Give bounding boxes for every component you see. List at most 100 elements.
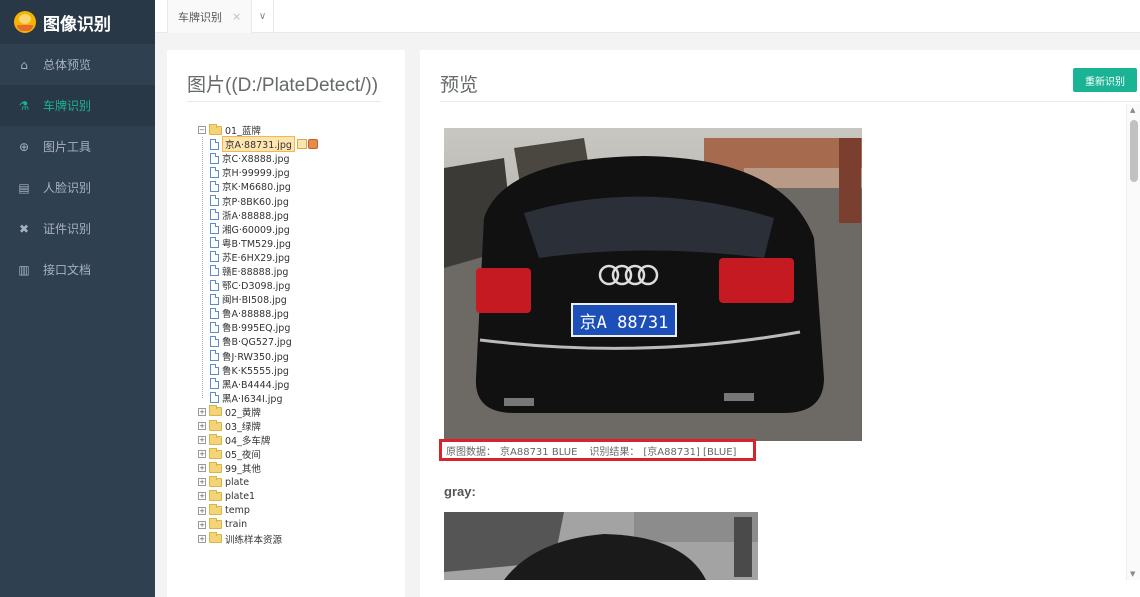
tree-node-label: 赣E·88888.jpg: [222, 266, 289, 278]
license-plate-text: 京A 88731: [580, 313, 669, 333]
sidebar-item-label: 车牌识别: [43, 99, 92, 113]
preview-scrollbar[interactable]: ▲ ▼: [1126, 104, 1140, 580]
folder-icon: [209, 461, 222, 473]
tree-file-node[interactable]: 湘G·60009.jpg: [210, 222, 318, 236]
tree-node-label: 04_多车牌: [225, 436, 271, 448]
tree-file-node[interactable]: 浙A·88888.jpg: [210, 208, 318, 222]
folder-icon: [209, 433, 222, 445]
tree-node-label: 粤B·TM529.jpg: [222, 238, 291, 250]
tree-folder-node[interactable]: +05_夜间: [198, 447, 318, 461]
tree-node-label: 鲁J·RW350.jpg: [222, 351, 289, 363]
tree-folder-node[interactable]: +99_其他: [198, 461, 318, 475]
tree-folder-node[interactable]: +02_黄牌: [198, 405, 318, 419]
gray-section-title: gray:: [444, 484, 476, 499]
result-value: [京A88731] [BLUE]: [643, 446, 737, 458]
scroll-up-icon[interactable]: ▲: [1130, 106, 1135, 114]
tree-toggle-icon[interactable]: +: [198, 464, 206, 473]
file-icon: [210, 364, 219, 376]
tree-toggle-icon[interactable]: +: [198, 450, 206, 459]
tree-folder-node[interactable]: + 训练样本资源: [198, 532, 318, 546]
id-card-icon: ▤: [18, 180, 30, 195]
tree-folder-node[interactable]: +04_多车牌: [198, 433, 318, 447]
recognition-result-caption: 原图数据： 京A88731 BLUE 识别结果： [京A88731] [BLUE…: [439, 439, 756, 461]
tree-folder-node[interactable]: − 01_蓝牌: [198, 123, 318, 137]
tree-file-node[interactable]: 粤B·TM529.jpg: [210, 236, 318, 250]
tree-file-node[interactable]: 京K·M6680.jpg: [210, 179, 318, 193]
tree-file-node[interactable]: 赣E·88888.jpg: [210, 264, 318, 278]
sidebar-item-label: 总体预览: [43, 58, 92, 72]
folder-icon: [209, 475, 222, 487]
tree-file-node[interactable]: 鲁J·RW350.jpg: [210, 349, 318, 363]
tree-file-node[interactable]: 苏E·6HX29.jpg: [210, 250, 318, 264]
tools-icon: ✖: [18, 221, 30, 236]
tree-toggle-icon[interactable]: +: [198, 520, 206, 529]
tree-file-node[interactable]: 京H·99999.jpg: [210, 165, 318, 179]
original-car-image: 京A 88731: [444, 128, 862, 441]
tree-folder-node[interactable]: + train: [198, 518, 318, 532]
file-icon: [210, 180, 219, 192]
app-title: 图像识别: [43, 14, 111, 35]
sidebar-item-label: 图片工具: [43, 140, 92, 154]
file-icon: [210, 335, 219, 347]
tree-folder-node[interactable]: + plate1: [198, 489, 318, 503]
tree-toggle-icon[interactable]: +: [198, 492, 206, 501]
tree-toggle-icon[interactable]: −: [198, 126, 206, 135]
file-tree-panel: 图片((D:/PlateDetect/)) − 01_蓝牌 京A·88731.jpg…: [167, 50, 405, 597]
file-icon: [210, 138, 219, 150]
redo-recognition-button[interactable]: 重新识别: [1073, 68, 1137, 92]
tree-toggle-icon[interactable]: +: [198, 422, 206, 431]
tree-toggle-icon[interactable]: +: [198, 534, 206, 543]
file-icon: [210, 251, 219, 263]
file-icon: [210, 321, 219, 333]
tree-file-node[interactable]: 鲁B·995EQ.jpg: [210, 320, 318, 334]
original-data-value: 京A88731 BLUE: [500, 446, 578, 458]
tree-toggle-icon[interactable]: +: [198, 436, 206, 445]
tree-file-node[interactable]: 京P·8BK60.jpg: [210, 193, 318, 208]
tree-node-label: 鲁B·QG527.jpg: [222, 337, 292, 349]
tree-file-node[interactable]: 京A·88731.jpg: [210, 136, 318, 153]
scroll-down-icon[interactable]: ▼: [1130, 570, 1135, 578]
sidebar-item-id-recognition[interactable]: ✖ 证件识别: [0, 208, 155, 249]
sidebar-item-api-docs[interactable]: ▥ 接口文档: [0, 249, 155, 290]
tree-node-label: 99_其他: [225, 464, 261, 476]
sidebar-item-face-recognition[interactable]: ▤ 人脸识别: [0, 167, 155, 208]
delete-icon[interactable]: [307, 139, 318, 150]
edit-icon[interactable]: [296, 139, 307, 150]
tree-node-label: 京A·88731.jpg: [222, 136, 295, 153]
book-icon: ▥: [18, 262, 30, 277]
panel-title: 图片((D:/PlateDetect/)): [187, 75, 379, 96]
tree-file-node[interactable]: 京C·X8888.jpg: [210, 151, 318, 165]
tree-children: 京A·88731.jpg 京C·X8888.jpg 京H·99999.jpg 京K·M…: [198, 136, 318, 405]
tree-file-node[interactable]: 黑A·B4444.jpg: [210, 377, 318, 391]
chevron-down-icon[interactable]: ∨: [252, 0, 274, 33]
tree-node-label: 鲁B·995EQ.jpg: [222, 323, 291, 335]
tree-node-label: 鲁K·K5555.jpg: [222, 365, 289, 377]
tree-toggle-icon[interactable]: +: [198, 478, 206, 487]
sidebar-item-image-tools[interactable]: ⊕ 图片工具: [0, 126, 155, 167]
tab-plate-recognition[interactable]: 车牌识别 ×: [167, 0, 253, 33]
sidebar-item-label: 接口文档: [43, 263, 92, 277]
tree-node-label: 训练样本资源: [225, 534, 283, 546]
tree-folder-node[interactable]: + temp: [198, 504, 318, 518]
file-icon: [210, 350, 219, 362]
close-icon[interactable]: ×: [232, 10, 241, 23]
tree-file-node[interactable]: 闽H·BI508.jpg: [210, 292, 318, 306]
folder-icon: [209, 447, 222, 459]
tree-node-label: 03_绿牌: [225, 422, 261, 434]
tree-file-node[interactable]: 黑A·I634I.jpg: [210, 391, 318, 405]
sidebar-item-plate-recognition[interactable]: ⚗ 车牌识别: [0, 85, 155, 126]
brand[interactable]: 图像识别: [0, 0, 155, 44]
tree-folder-node[interactable]: +03_绿牌: [198, 419, 318, 433]
tree-file-node[interactable]: 鲁K·K5555.jpg: [210, 363, 318, 377]
file-icon: [210, 237, 219, 249]
tree-toggle-icon[interactable]: +: [198, 506, 206, 515]
tree-file-node[interactable]: 鄂C·D3098.jpg: [210, 278, 318, 292]
tree-file-node[interactable]: 鲁B·QG527.jpg: [210, 334, 318, 348]
tree-file-node[interactable]: 鲁A·88888.jpg: [210, 306, 318, 320]
sidebar-item-overview[interactable]: ⌂ 总体预览: [0, 44, 155, 85]
scroll-thumb[interactable]: [1130, 120, 1138, 182]
tree-node-label: 黑A·B4444.jpg: [222, 379, 290, 391]
tree-toggle-icon[interactable]: +: [198, 407, 206, 416]
tree-folder-node[interactable]: + plate: [198, 475, 318, 489]
tree-node-label: 05_夜间: [225, 450, 261, 462]
